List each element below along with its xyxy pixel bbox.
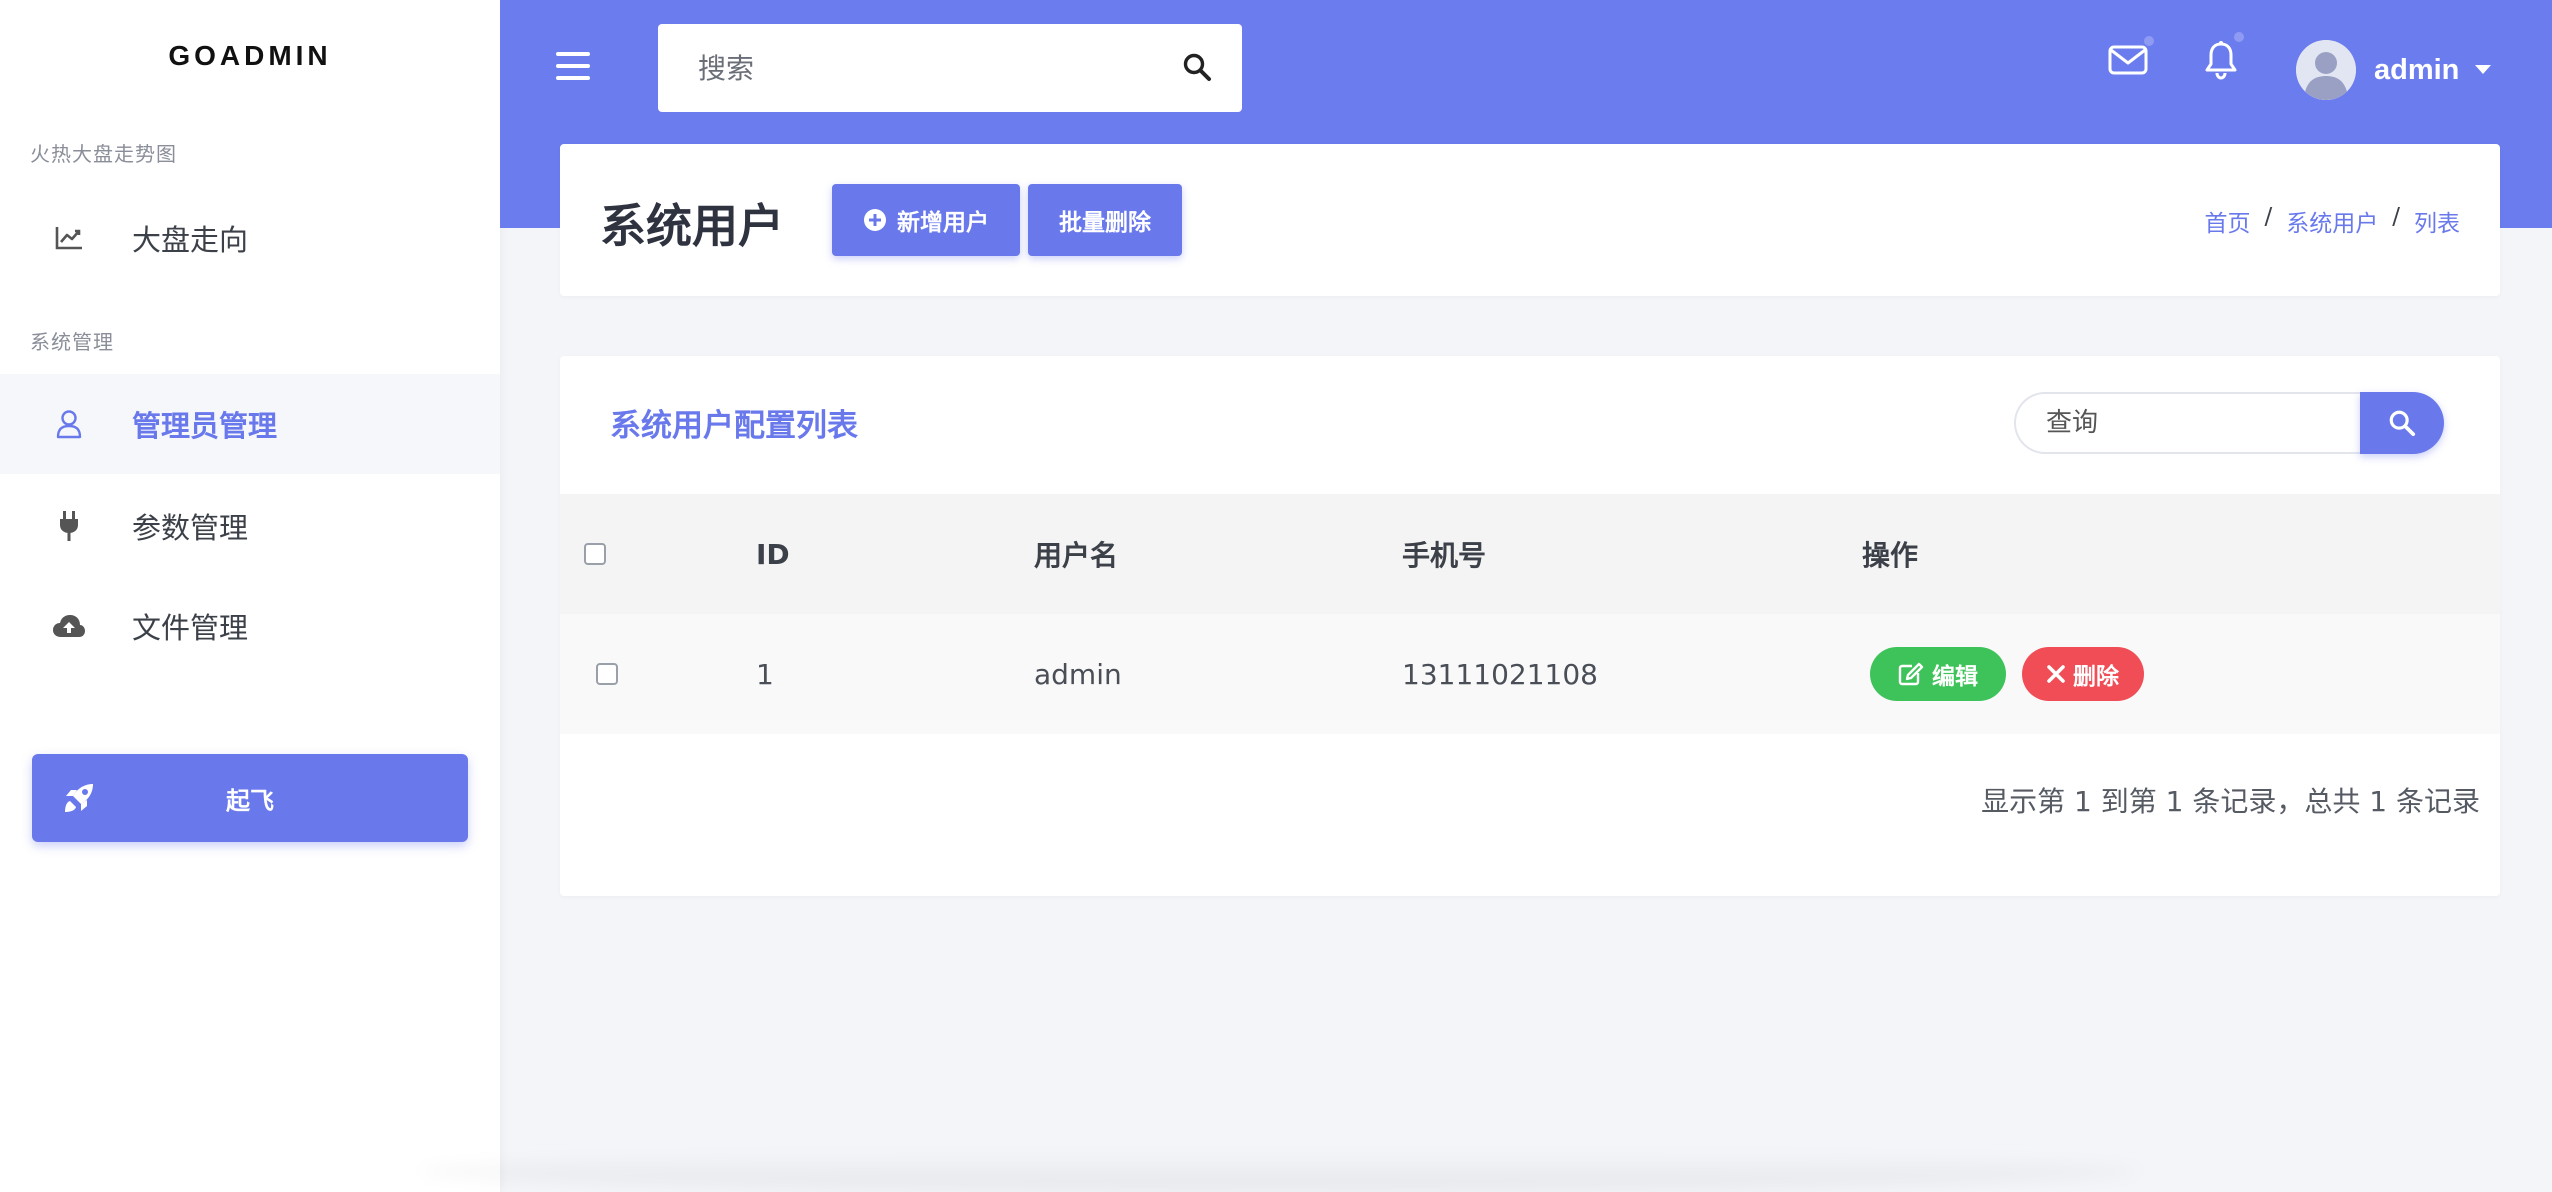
sidebar-item-label: 管理员管理: [132, 409, 278, 443]
cell-id: 1: [756, 657, 774, 691]
rocket-icon: [62, 781, 96, 815]
user-list-card: 系统用户配置列表 ID 用户名 手机号 操作 1 admin 131110211…: [560, 356, 2500, 896]
header-search-box: [658, 24, 1242, 112]
cell-username: admin: [1034, 657, 1122, 691]
edit-button-label: 编辑: [1932, 664, 1978, 690]
column-header-username[interactable]: 用户名: [1034, 494, 1118, 614]
delete-button-label: 删除: [2073, 664, 2119, 690]
edit-button[interactable]: 编辑: [1870, 647, 2006, 701]
search-icon[interactable]: [1182, 52, 1212, 82]
mail-notification-dot: [2144, 36, 2154, 46]
hamburger-icon[interactable]: [556, 52, 590, 82]
bell-icon[interactable]: [2204, 32, 2244, 80]
column-header-phone[interactable]: 手机号: [1402, 494, 1486, 614]
edit-icon: [1898, 662, 1924, 686]
page-title: 系统用户: [600, 199, 784, 253]
delete-button[interactable]: 删除: [2022, 647, 2144, 701]
user-icon: [52, 407, 86, 441]
user-name: admin: [2374, 53, 2460, 86]
sidebar-item-file-management[interactable]: 文件管理: [0, 576, 500, 676]
row-actions: 编辑 删除: [1870, 614, 2144, 734]
breadcrumb-list[interactable]: 列表: [2414, 204, 2460, 238]
sidebar-item-admin-management[interactable]: 管理员管理: [0, 374, 500, 474]
pagination-info: 显示第 1 到第 1 条记录，总共 1 条记录: [1981, 785, 2480, 818]
breadcrumb-separator: /: [2392, 204, 2400, 230]
sidebar-item-label: 文件管理: [132, 611, 249, 645]
bottom-shadow: [420, 1150, 2140, 1192]
table-search-box: [2014, 392, 2450, 454]
cell-phone: 13111021108: [1402, 657, 1598, 691]
plug-icon: [52, 509, 86, 543]
add-user-button[interactable]: 新增用户: [832, 184, 1020, 256]
sidebar-item-label: 大盘走向: [132, 223, 249, 257]
sidebar-item-market-trend[interactable]: 大盘走向: [0, 188, 500, 288]
breadcrumb-separator: /: [2264, 204, 2273, 230]
sidebar-section-label-system: 系统管理: [30, 330, 114, 354]
launch-button-label: 起飞: [226, 786, 274, 815]
table-row: 1 admin 13111021108 编辑 删除: [560, 614, 2500, 734]
card-title: 系统用户配置列表: [610, 408, 858, 444]
user-menu[interactable]: admin: [2296, 40, 2492, 100]
cloud-upload-icon: [52, 609, 86, 643]
table-search-button[interactable]: [2360, 392, 2444, 454]
select-all-checkbox[interactable]: [584, 543, 606, 565]
table-search-input[interactable]: [2014, 392, 2394, 454]
sidebar-section-label-market: 火热大盘走势图: [30, 142, 177, 166]
breadcrumb-system-users[interactable]: 系统用户: [2286, 204, 2378, 238]
breadcrumb-home[interactable]: 首页: [2205, 204, 2251, 238]
add-user-label: 新增用户: [897, 210, 989, 236]
caret-down-icon: [2475, 65, 2492, 75]
batch-delete-label: 批量删除: [1059, 210, 1151, 236]
line-chart-icon: [52, 221, 86, 255]
row-checkbox[interactable]: [596, 663, 618, 685]
close-icon: [2047, 665, 2065, 683]
sidebar-item-label: 参数管理: [132, 511, 249, 545]
breadcrumb: 首页 / 系统用户 / 列表: [2205, 204, 2461, 238]
search-icon: [2388, 409, 2416, 437]
page-header-card: 系统用户 新增用户 批量删除 首页 / 系统用户 / 列表: [560, 144, 2500, 296]
header-search-input[interactable]: [698, 24, 1138, 112]
sidebar: GOADMIN 火热大盘走势图 大盘走向 系统管理 管理员管理 参数管理 文件管…: [0, 0, 500, 1192]
column-header-actions: 操作: [1862, 539, 1919, 572]
plus-circle-icon: [863, 208, 887, 232]
envelope-icon[interactable]: [2108, 36, 2154, 76]
bell-notification-dot: [2234, 32, 2244, 42]
column-header-id[interactable]: ID: [756, 494, 790, 614]
batch-delete-button[interactable]: 批量删除: [1028, 184, 1182, 256]
app-logo[interactable]: GOADMIN: [0, 40, 500, 72]
launch-button[interactable]: 起飞: [32, 754, 468, 842]
sidebar-item-parameter-management[interactable]: 参数管理: [0, 476, 500, 576]
table-header: ID 用户名 手机号 操作: [560, 494, 2500, 614]
avatar-icon: [2296, 40, 2356, 100]
